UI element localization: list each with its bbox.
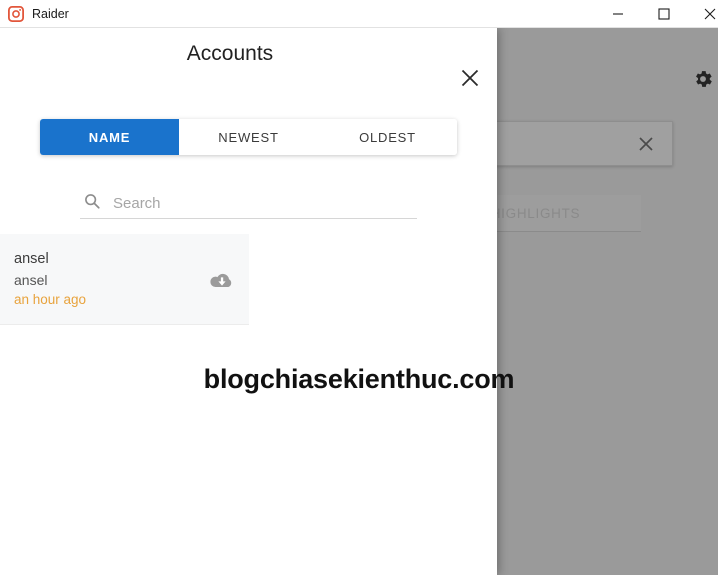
- dialog-close-icon[interactable]: [454, 62, 486, 94]
- instagram-camera-icon: [7, 5, 24, 22]
- window-title-bar[interactable]: Raider: [0, 0, 718, 28]
- tab-name[interactable]: NAME: [40, 119, 179, 155]
- background-search-clear-icon[interactable]: [634, 132, 658, 156]
- cloud-download-icon[interactable]: [204, 269, 236, 293]
- application-window: HIGHLIGHTS Accounts NAME NEWEST OLDEST S…: [0, 0, 718, 575]
- settings-gear-icon[interactable]: [692, 68, 714, 90]
- window-minimize-icon[interactable]: [595, 0, 641, 28]
- window-title: Raider: [32, 7, 69, 21]
- search-input[interactable]: [111, 188, 415, 218]
- dialog-title: Accounts: [186, 42, 274, 65]
- account-updated-time: an hour ago: [14, 292, 87, 307]
- window-close-icon[interactable]: [687, 0, 718, 28]
- tab-oldest[interactable]: OLDEST: [318, 119, 457, 155]
- tab-newest[interactable]: NEWEST: [179, 119, 318, 155]
- list-item[interactable]: ansel ansel an hour ago: [0, 234, 249, 325]
- account-list: ansel ansel an hour ago: [0, 234, 497, 325]
- search-field[interactable]: [80, 188, 417, 219]
- search-icon: [83, 192, 101, 210]
- accounts-dialog: Accounts NAME NEWEST OLDEST ansel an: [0, 28, 497, 575]
- account-username: ansel: [14, 272, 48, 288]
- sort-tab-bar: NAME NEWEST OLDEST: [40, 119, 457, 155]
- window-maximize-icon[interactable]: [641, 0, 687, 28]
- account-display-name: ansel: [14, 251, 49, 267]
